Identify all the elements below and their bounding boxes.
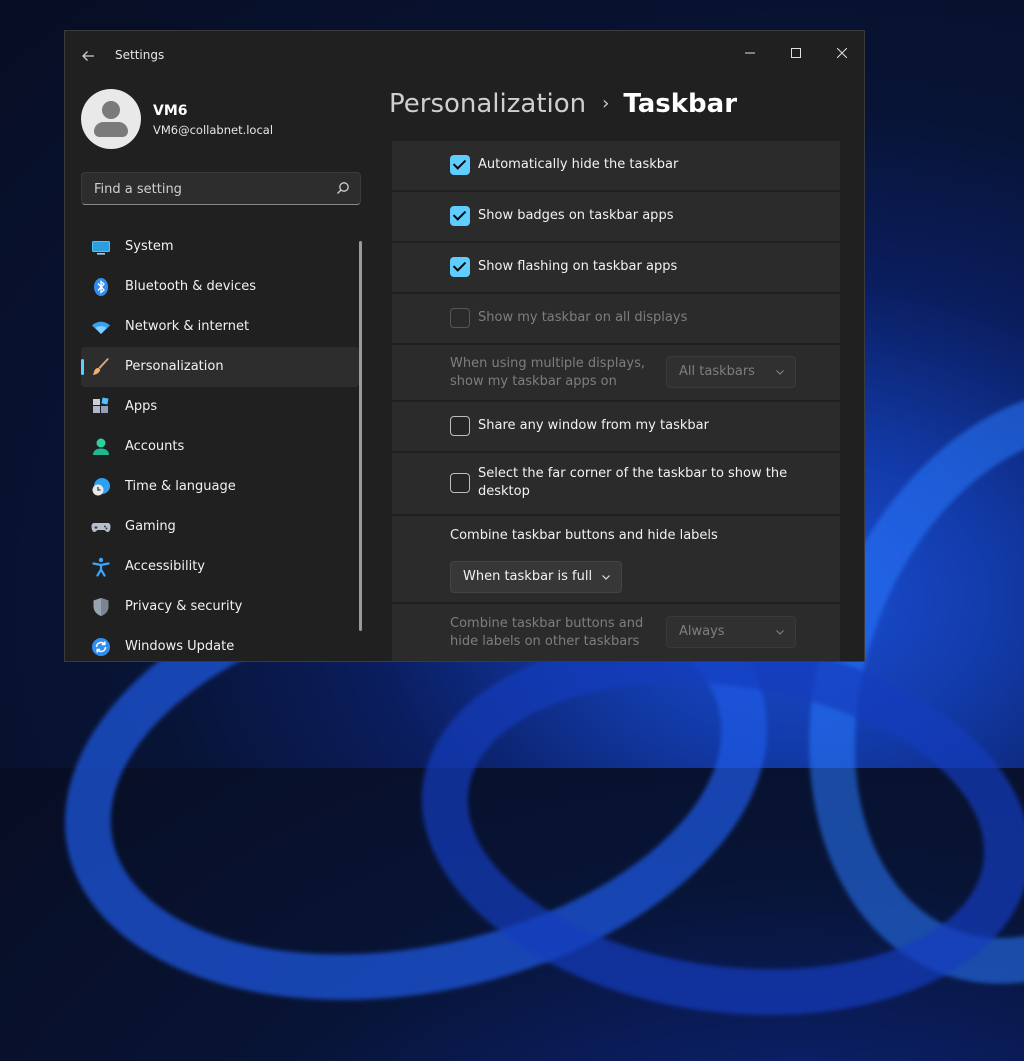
sidebar-item-time-language[interactable]: Time & language xyxy=(81,467,359,507)
brush-icon xyxy=(92,358,109,375)
sidebar-item-privacy-security[interactable]: Privacy & security xyxy=(81,587,359,627)
back-arrow-icon xyxy=(82,51,94,61)
setting-row-badges[interactable]: Show badges on taskbar apps xyxy=(392,192,840,241)
chevron-down-icon xyxy=(776,630,784,635)
sidebar-item-network[interactable]: Network & internet xyxy=(81,307,359,347)
combine-other-value: Always xyxy=(679,624,725,639)
multi-display-dropdown: All taskbars xyxy=(666,356,796,388)
combine-other-label: Combine taskbar buttons and hide labels … xyxy=(450,616,644,649)
setting-row-multi-display: When using multiple displays, show my ta… xyxy=(392,345,840,400)
combine-label: Combine taskbar buttons and hide labels xyxy=(450,528,718,543)
sidebar-item-label: Network & internet xyxy=(125,319,250,334)
auto-hide-label: Automatically hide the taskbar xyxy=(478,157,679,172)
sidebar-item-accessibility[interactable]: Accessibility xyxy=(81,547,359,587)
user-name: VM6 xyxy=(153,103,188,119)
sidebar-item-label: Privacy & security xyxy=(125,599,243,614)
minimize-icon xyxy=(745,52,755,54)
system-icon xyxy=(92,241,110,255)
sidebar-item-windows-update[interactable]: Windows Update xyxy=(81,627,359,661)
sidebar-scrollbar[interactable] xyxy=(359,241,362,631)
accounts-icon xyxy=(93,438,109,455)
multi-display-label: When using multiple displays, show my ta… xyxy=(450,356,645,389)
gamepad-icon xyxy=(91,523,111,532)
search-input[interactable] xyxy=(92,173,326,206)
all-displays-label: Show my taskbar on all displays xyxy=(478,310,688,325)
sidebar-item-label: Accessibility xyxy=(125,559,205,574)
badges-label: Show badges on taskbar apps xyxy=(478,208,674,223)
badges-checkbox[interactable] xyxy=(450,206,470,226)
close-button[interactable] xyxy=(819,39,864,69)
minimize-button[interactable] xyxy=(727,39,773,69)
sidebar-item-label: Personalization xyxy=(125,359,224,374)
apps-icon xyxy=(93,397,109,413)
avatar[interactable] xyxy=(81,89,141,149)
setting-row-far-corner[interactable]: Select the far corner of the taskbar to … xyxy=(392,453,840,514)
sidebar-item-label: Accounts xyxy=(125,439,185,454)
avatar-body-shape xyxy=(94,122,128,137)
sidebar-item-apps[interactable]: Apps xyxy=(81,387,359,427)
setting-row-auto-hide[interactable]: Automatically hide the taskbar xyxy=(392,141,840,190)
setting-row-all-displays: Show my taskbar on all displays xyxy=(392,294,840,343)
app-title: Settings xyxy=(115,48,165,62)
maximize-button[interactable] xyxy=(773,39,819,69)
close-icon xyxy=(836,47,848,59)
update-icon xyxy=(92,638,110,656)
flashing-checkbox[interactable] xyxy=(450,257,470,277)
breadcrumb-parent-link[interactable]: Personalization xyxy=(389,89,586,119)
setting-row-flashing[interactable]: Show flashing on taskbar apps xyxy=(392,243,840,292)
flashing-label: Show flashing on taskbar apps xyxy=(478,259,678,274)
breadcrumb: Personalization › Taskbar xyxy=(389,89,737,129)
sidebar-item-system[interactable]: System xyxy=(81,227,359,267)
setting-row-combine: Combine taskbar buttons and hide labels … xyxy=(392,516,840,602)
sidebar-nav: System Bluetooth & devices Network & int… xyxy=(81,227,359,661)
shield-icon xyxy=(93,598,109,616)
auto-hide-checkbox[interactable] xyxy=(450,155,470,175)
search-box[interactable] xyxy=(81,172,361,206)
sidebar-item-label: System xyxy=(125,239,174,254)
sidebar-item-label: Time & language xyxy=(125,479,236,494)
share-window-label: Share any window from my taskbar xyxy=(478,418,709,433)
multi-display-value: All taskbars xyxy=(679,364,755,379)
sidebar-item-gaming[interactable]: Gaming xyxy=(81,507,359,547)
bluetooth-icon xyxy=(94,278,108,296)
share-window-checkbox[interactable] xyxy=(450,416,470,436)
far-corner-label: Select the far corner of the taskbar to … xyxy=(478,466,788,499)
wifi-icon xyxy=(92,321,110,334)
chevron-down-icon xyxy=(602,575,610,580)
maximize-icon xyxy=(791,48,801,58)
combine-value: When taskbar is full xyxy=(463,569,593,584)
accessibility-icon xyxy=(92,557,110,577)
sidebar-item-label: Apps xyxy=(125,399,158,414)
title-bar: Settings xyxy=(65,31,864,79)
sidebar-item-label: Bluetooth & devices xyxy=(125,279,256,294)
sidebar-item-bluetooth[interactable]: Bluetooth & devices xyxy=(81,267,359,307)
sidebar-item-label: Windows Update xyxy=(125,639,235,654)
far-corner-checkbox[interactable] xyxy=(450,473,470,493)
all-displays-checkbox xyxy=(450,308,470,328)
taskbar-settings-list: Automatically hide the taskbar Show badg… xyxy=(392,141,840,661)
setting-row-share-window[interactable]: Share any window from my taskbar xyxy=(392,402,840,451)
sidebar-item-personalization[interactable]: Personalization xyxy=(81,347,359,387)
back-button[interactable] xyxy=(77,45,99,67)
combine-other-dropdown: Always xyxy=(666,616,796,648)
settings-window: Settings VM6 VM6@collabnet.local System xyxy=(64,30,865,662)
setting-row-combine-other: Combine taskbar buttons and hide labels … xyxy=(392,604,840,661)
sidebar-item-label: Gaming xyxy=(125,519,176,534)
chevron-down-icon xyxy=(776,370,784,375)
user-email: VM6@collabnet.local xyxy=(153,123,274,137)
combine-dropdown[interactable]: When taskbar is full xyxy=(450,561,622,593)
search-icon[interactable] xyxy=(336,181,350,195)
globe-clock-icon xyxy=(92,478,110,496)
avatar-head-shape xyxy=(102,101,120,119)
breadcrumb-chevron-icon: › xyxy=(602,93,610,114)
sidebar-item-accounts[interactable]: Accounts xyxy=(81,427,359,467)
page-title: Taskbar xyxy=(623,89,738,119)
